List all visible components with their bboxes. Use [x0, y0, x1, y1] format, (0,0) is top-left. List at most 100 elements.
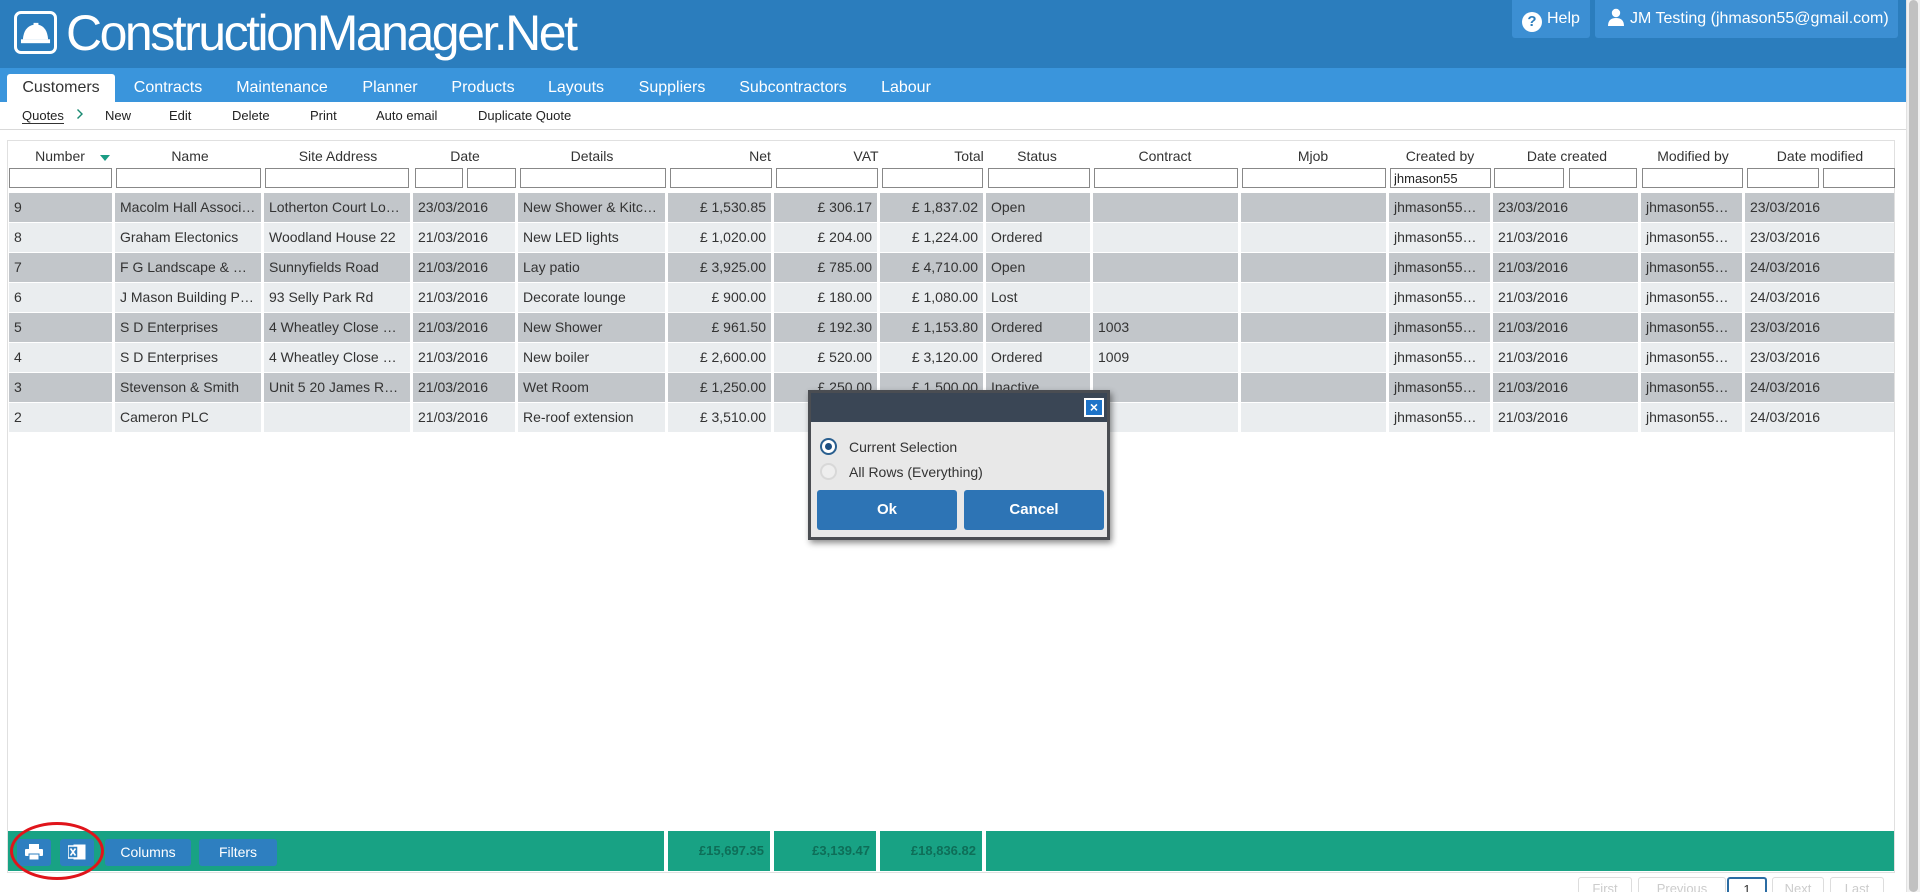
help-icon: ?	[1522, 12, 1542, 32]
cancel-button[interactable]: Cancel	[964, 490, 1104, 530]
print-button[interactable]: Print	[310, 108, 337, 123]
cell-net: £ 1,250.00	[699, 379, 766, 395]
filter-date-to[interactable]	[467, 168, 516, 188]
cell-name: Stevenson & Smith	[120, 379, 240, 395]
cell-site-address: 4 Wheatley Close Birmingham	[269, 349, 410, 365]
filter-details[interactable]	[520, 168, 666, 188]
cell-name: Cameron PLC	[120, 409, 209, 425]
user-icon	[1608, 8, 1624, 26]
filter-mjob[interactable]	[1242, 168, 1386, 188]
tab-products[interactable]: Products	[442, 74, 524, 102]
col-header-created-by[interactable]: Created by	[1380, 148, 1500, 164]
col-header-net[interactable]: Net	[700, 148, 820, 164]
cell-created-by: jhmason55@gmail.com	[1394, 379, 1490, 395]
grand-total: £18,836.82	[910, 843, 976, 858]
cell-net: £ 1,530.85	[699, 199, 766, 215]
scrollbar-thumb[interactable]	[1909, 0, 1918, 892]
cell-contract	[1093, 283, 1238, 312]
filter-date-modified-from[interactable]	[1747, 168, 1819, 188]
tab-labour[interactable]: Labour	[872, 74, 940, 102]
filter-vat[interactable]	[776, 168, 878, 188]
pager-page-current[interactable]: 1	[1727, 877, 1767, 892]
tab-layouts[interactable]: Layouts	[538, 74, 614, 102]
radio-all-rows-label[interactable]: All Rows (Everything)	[849, 464, 983, 480]
breadcrumb-quotes[interactable]: Quotes	[22, 108, 64, 124]
filter-date-created-from[interactable]	[1494, 168, 1564, 188]
cell-name: S D Enterprises	[120, 319, 219, 335]
filter-status[interactable]	[988, 168, 1090, 188]
filter-name[interactable]	[116, 168, 261, 188]
col-header-vat[interactable]: VAT	[806, 148, 926, 164]
brand-title[interactable]: ConstructionManager.Net	[66, 3, 578, 63]
col-header-contract[interactable]: Contract	[1105, 148, 1225, 164]
table-row[interactable]: 5 S D Enterprises 4 Wheatley Close Birming…	[9, 313, 1894, 342]
cell-date-modified: 23/03/2016	[1750, 349, 1821, 365]
filter-total[interactable]	[882, 168, 983, 188]
filter-date-created-to[interactable]	[1569, 168, 1637, 188]
col-header-site-address[interactable]: Site Address	[278, 148, 398, 164]
filter-date-from[interactable]	[415, 168, 463, 188]
cell-details: Lay patio	[523, 259, 580, 275]
col-header-modified-by[interactable]: Modified by	[1633, 148, 1753, 164]
cell-date: 21/03/2016	[418, 379, 489, 395]
auto-email-button[interactable]: Auto email	[376, 108, 437, 123]
radio-current-selection-label[interactable]: Current Selection	[849, 439, 957, 455]
cell-contract: 1003	[1098, 319, 1130, 335]
ok-button[interactable]: Ok	[817, 490, 957, 530]
radio-current-selection[interactable]	[820, 438, 837, 455]
cell-site-address: Sunnyfields Road	[269, 259, 379, 275]
col-header-mjob[interactable]: Mjob	[1253, 148, 1373, 164]
filter-created-by[interactable]	[1390, 168, 1491, 188]
cell-vat: £ 192.30	[817, 319, 873, 335]
filter-number[interactable]	[9, 168, 112, 188]
pager-last-button[interactable]: Last	[1830, 877, 1884, 892]
table-row[interactable]: 7 F G Landscape & Design Sunnyfields Road 2…	[9, 253, 1894, 282]
cell-date: 21/03/2016	[418, 289, 489, 305]
footer-divider	[982, 831, 986, 871]
table-row[interactable]: 8 Graham Electonics Woodland House 22 21/03…	[9, 223, 1894, 252]
cell-net: £ 3,925.00	[699, 259, 766, 275]
page-scrollbar[interactable]	[1906, 0, 1920, 892]
filter-modified-by[interactable]	[1642, 168, 1743, 188]
cell-status: Open	[991, 199, 1026, 215]
pager-next-button[interactable]: Next	[1772, 877, 1824, 892]
new-button[interactable]: New	[105, 108, 131, 123]
cell-created-by: jhmason55@gmail.com	[1394, 199, 1490, 215]
cell-total: £ 1,224.00	[911, 229, 978, 245]
tab-planner[interactable]: Planner	[352, 74, 428, 102]
cell-name: S D Enterprises	[120, 349, 219, 365]
filter-site-address[interactable]	[265, 168, 409, 188]
col-header-name[interactable]: Name	[130, 148, 250, 164]
cell-mjob	[1241, 403, 1386, 432]
tab-contracts[interactable]: Contracts	[124, 74, 212, 102]
filter-contract[interactable]	[1094, 168, 1238, 188]
tab-maintenance[interactable]: Maintenance	[226, 74, 338, 102]
cell-date-created: 21/03/2016	[1498, 379, 1569, 395]
filter-date-modified-to[interactable]	[1823, 168, 1895, 188]
close-icon[interactable]: ×	[1084, 398, 1104, 417]
duplicate-quote-button[interactable]: Duplicate Quote	[478, 108, 571, 123]
col-header-date[interactable]: Date	[405, 148, 525, 164]
pager-first-button[interactable]: First	[1578, 877, 1632, 892]
columns-button[interactable]: Columns	[105, 839, 191, 866]
tab-subcontractors[interactable]: Subcontractors	[730, 74, 856, 102]
sort-desc-icon[interactable]	[100, 155, 110, 161]
delete-button[interactable]: Delete	[232, 108, 270, 123]
col-header-date-created[interactable]: Date created	[1507, 148, 1627, 164]
help-button[interactable]: ? Help	[1512, 0, 1590, 38]
table-row[interactable]: 4 S D Enterprises 4 Wheatley Close Birming…	[9, 343, 1894, 372]
filters-button[interactable]: Filters	[199, 839, 277, 866]
radio-all-rows[interactable]	[820, 463, 837, 480]
edit-button[interactable]: Edit	[169, 108, 191, 123]
col-header-date-modified[interactable]: Date modified	[1760, 148, 1880, 164]
tab-suppliers[interactable]: Suppliers	[630, 74, 714, 102]
user-account-button[interactable]: JM Testing (jhmason55@gmail.com)	[1595, 0, 1898, 38]
col-header-status[interactable]: Status	[977, 148, 1097, 164]
table-row[interactable]: 6 J Mason Building Products 93 Selly Park …	[9, 283, 1894, 312]
table-row[interactable]: 9 Macolm Hall Associates Lotherton Court L…	[9, 193, 1894, 222]
pager-previous-button[interactable]: Previous	[1638, 877, 1726, 892]
col-header-details[interactable]: Details	[532, 148, 652, 164]
filter-net[interactable]	[670, 168, 772, 188]
tab-customers[interactable]: Customers	[7, 74, 115, 102]
cell-vat: £ 785.00	[817, 259, 873, 275]
